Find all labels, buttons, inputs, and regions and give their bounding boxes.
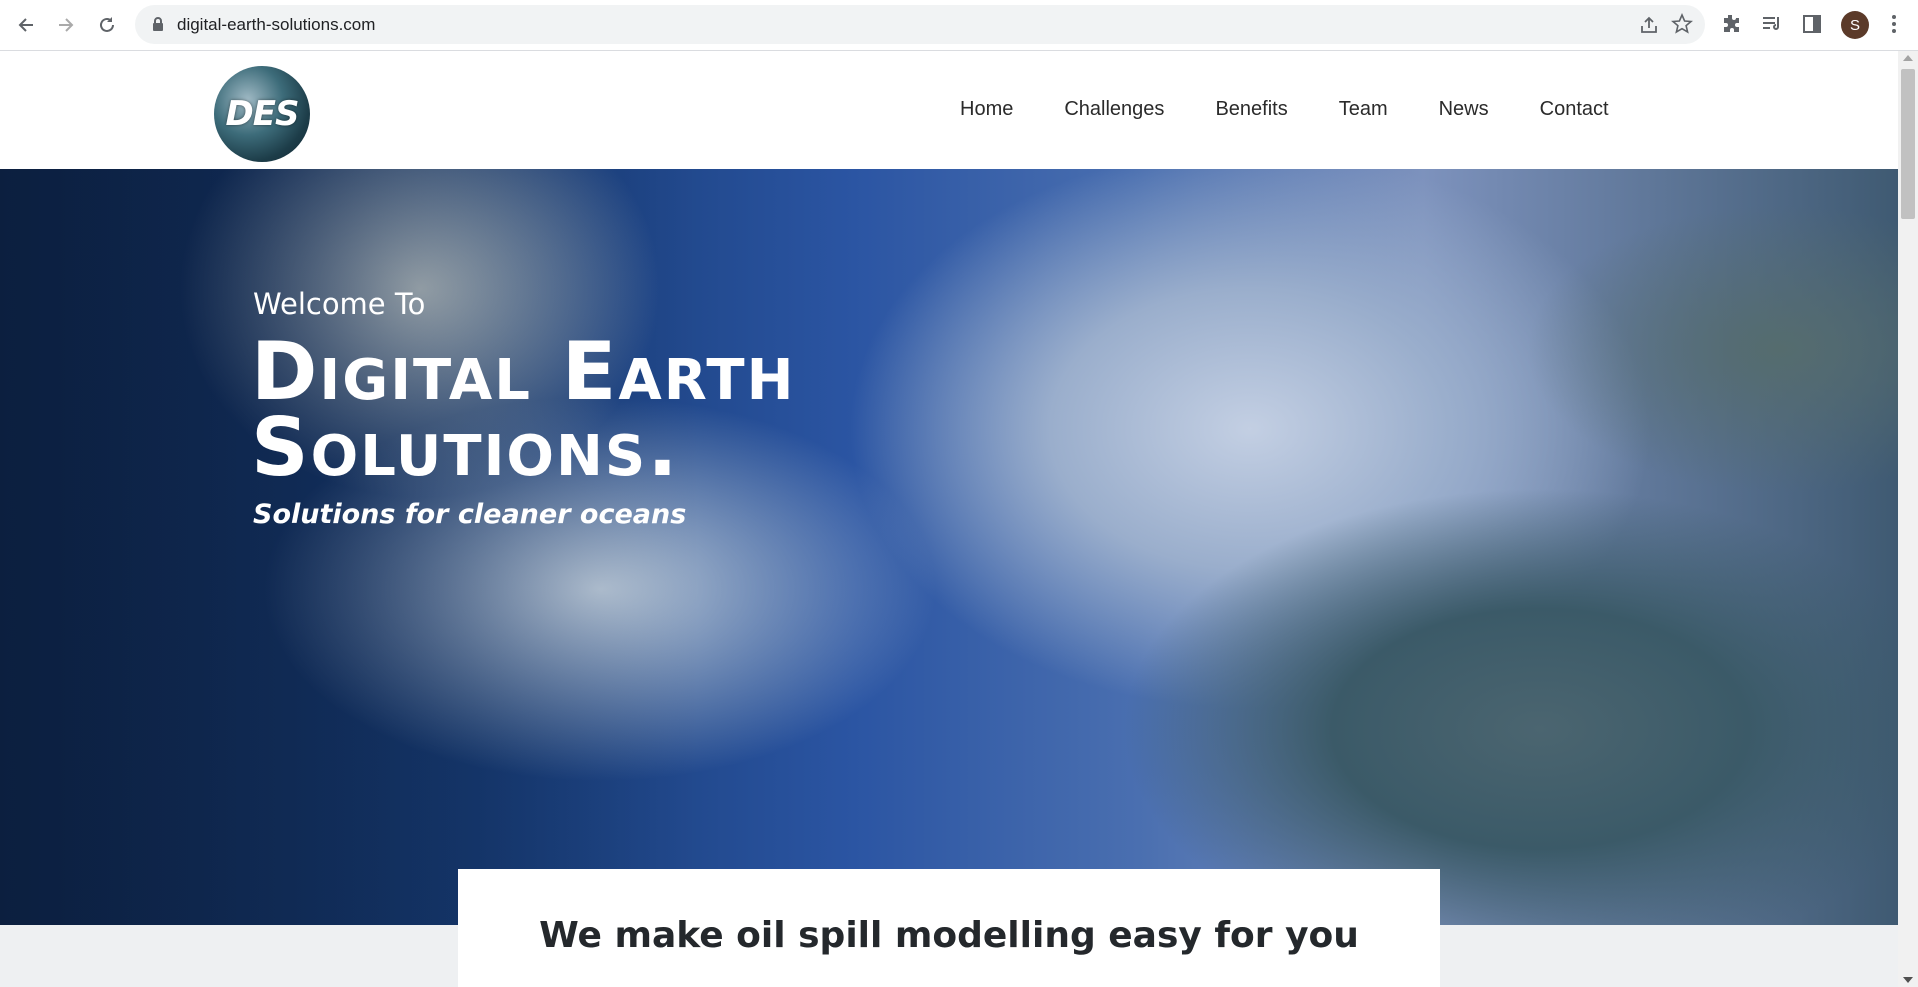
- nav-news[interactable]: News: [1439, 98, 1489, 121]
- logo-text: DES: [225, 94, 300, 134]
- extensions-icon[interactable]: [1719, 12, 1743, 36]
- forward-icon[interactable]: [52, 11, 80, 39]
- avatar[interactable]: S: [1841, 11, 1869, 39]
- star-icon[interactable]: [1671, 13, 1693, 35]
- page-viewport: DES Home Challenges Benefits Team News C…: [0, 51, 1918, 987]
- nav-contact[interactable]: Contact: [1540, 98, 1609, 121]
- browser-toolbar: digital-earth-solutions.com S: [0, 0, 1918, 51]
- hero-tagline: Solutions for cleaner oceans: [253, 499, 687, 530]
- hero-title: Digital Earth Solutions.: [251, 325, 796, 494]
- share-icon[interactable]: [1638, 14, 1660, 36]
- nav-benefits[interactable]: Benefits: [1215, 98, 1287, 121]
- scrollbar-thumb[interactable]: [1901, 69, 1915, 219]
- nav-home[interactable]: Home: [960, 98, 1013, 121]
- back-icon[interactable]: [12, 11, 40, 39]
- menu-icon[interactable]: [1882, 12, 1906, 36]
- scroll-up-icon[interactable]: [1903, 55, 1913, 61]
- nav-challenges[interactable]: Challenges: [1064, 98, 1164, 121]
- media-icon[interactable]: [1760, 12, 1784, 36]
- hero-image-shade: [0, 169, 700, 925]
- scroll-down-icon[interactable]: [1903, 977, 1913, 983]
- hero-banner: Welcome To Digital Earth Solutions. Solu…: [0, 169, 1898, 925]
- hero-title-line1: Digital Earth: [251, 325, 796, 418]
- address-bar[interactable]: digital-earth-solutions.com: [135, 5, 1705, 44]
- main-nav: Home Challenges Benefits Team News Conta…: [960, 98, 1660, 121]
- intro-heading: We make oil spill modelling easy for you: [539, 915, 1359, 956]
- page-scrollbar[interactable]: [1898, 51, 1918, 987]
- nav-team[interactable]: Team: [1339, 98, 1388, 121]
- lock-icon[interactable]: [151, 17, 165, 31]
- site-header: DES Home Challenges Benefits Team News C…: [0, 51, 1898, 169]
- site-logo[interactable]: DES: [214, 66, 310, 162]
- hero-title-line2: Solutions.: [251, 401, 680, 494]
- reload-icon[interactable]: [93, 11, 121, 39]
- side-panel-icon[interactable]: [1800, 12, 1824, 36]
- intro-card: We make oil spill modelling easy for you: [458, 869, 1440, 987]
- url-text[interactable]: digital-earth-solutions.com: [177, 15, 375, 35]
- hero-welcome: Welcome To: [253, 287, 426, 321]
